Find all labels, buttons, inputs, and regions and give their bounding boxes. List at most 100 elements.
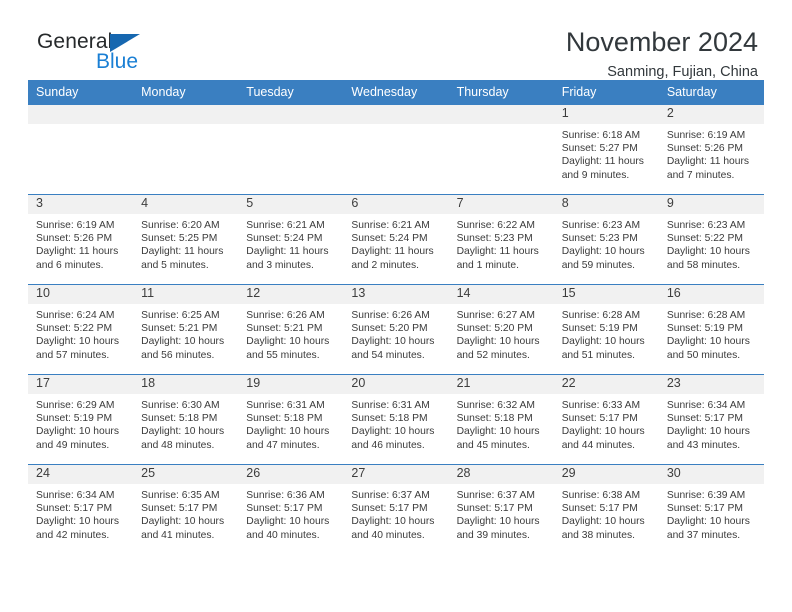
calendar-day-cell[interactable]: 14 Sunrise: 6:27 AM Sunset: 5:20 PM Dayligh… [448,284,554,375]
sunrise-text: Sunrise: 6:37 AM [351,490,430,501]
sunset-text: Sunset: 5:20 PM [351,323,428,335]
day-number: 12 [238,285,344,304]
sunrise-text: Sunrise: 6:18 AM [561,130,641,141]
calendar-day-cell[interactable]: 15 Sunrise: 6:28 AM Sunset: 5:19 PM Dayligh… [553,284,659,375]
calendar-day-cell[interactable]: 26 Sunrise: 6:36 AM Sunset: 5:17 PM Dayligh… [238,464,344,554]
calendar-day-cell[interactable]: 29 Sunrise: 6:38 AM Sunset: 5:17 PM Dayligh… [553,464,659,554]
daylight-text: Daylight: 10 hours and 44 minutes. [561,426,645,451]
day-number: 6 [343,195,449,214]
calendar-cell-empty [28,104,134,195]
day-info: Sunrise: 6:23 AM Sunset: 5:22 PM Daylight:… [659,214,764,272]
calendar-day-cell[interactable]: 16 Sunrise: 6:28 AM Sunset: 5:19 PM Dayligh… [658,284,764,375]
sunrise-text: Sunrise: 6:35 AM [141,490,220,501]
day-cell-inner: 1 Sunrise: 6:18 AM Sunset: 5:27 PM Daylight… [553,105,659,194]
day-info: Sunrise: 6:21 AM Sunset: 5:24 PM Daylight:… [238,214,343,272]
daylight-text: Daylight: 11 hours and 3 minutes. [246,246,329,271]
calendar-day-cell[interactable]: 5 Sunrise: 6:21 AM Sunset: 5:24 PM Daylight… [238,194,344,285]
calendar-day-cell[interactable]: 20 Sunrise: 6:31 AM Sunset: 5:18 PM Dayligh… [343,374,449,465]
sunrise-text: Sunrise: 6:28 AM [561,310,641,321]
day-info: Sunrise: 6:26 AM Sunset: 5:21 PM Daylight:… [238,304,343,362]
day-number: 26 [238,465,344,484]
calendar-week-row: 3 Sunrise: 6:19 AM Sunset: 5:26 PM Daylight… [28,194,764,285]
calendar-day-cell[interactable]: 18 Sunrise: 6:30 AM Sunset: 5:18 PM Dayligh… [133,374,239,465]
sunrise-text: Sunrise: 6:38 AM [561,490,641,501]
day-cell-inner: 17 Sunrise: 6:29 AM Sunset: 5:19 PM Dayligh… [28,375,134,464]
day-info: Sunrise: 6:25 AM Sunset: 5:21 PM Daylight:… [133,304,238,362]
sunset-text: Sunset: 5:24 PM [246,233,323,245]
day-number: 11 [133,285,239,304]
calendar-day-cell[interactable]: 13 Sunrise: 6:26 AM Sunset: 5:20 PM Dayligh… [343,284,449,375]
calendar-day-cell[interactable]: 23 Sunrise: 6:34 AM Sunset: 5:17 PM Dayligh… [658,374,764,465]
day-info: Sunrise: 6:28 AM Sunset: 5:19 PM Daylight:… [554,304,659,362]
day-info: Sunrise: 6:19 AM Sunset: 5:26 PM Daylight:… [28,214,133,272]
sunset-text: Sunset: 5:23 PM [561,233,638,245]
calendar-day-cell[interactable]: 25 Sunrise: 6:35 AM Sunset: 5:17 PM Dayligh… [133,464,239,554]
daylight-text: Daylight: 10 hours and 54 minutes. [351,336,435,361]
calendar-day-cell[interactable]: 30 Sunrise: 6:39 AM Sunset: 5:17 PM Dayligh… [658,464,764,554]
sunrise-text: Sunrise: 6:31 AM [246,400,325,411]
calendar-day-cell[interactable]: 22 Sunrise: 6:33 AM Sunset: 5:17 PM Dayligh… [553,374,659,465]
day-cell-inner: 22 Sunrise: 6:33 AM Sunset: 5:17 PM Dayligh… [553,375,659,464]
calendar-day-cell[interactable]: 9 Sunrise: 6:23 AM Sunset: 5:22 PM Daylight… [658,194,764,285]
calendar-day-cell[interactable]: 2 Sunrise: 6:19 AM Sunset: 5:26 PM Daylight… [658,104,764,195]
sunset-text: Sunset: 5:17 PM [141,503,218,515]
calendar-day-cell[interactable]: 3 Sunrise: 6:19 AM Sunset: 5:26 PM Daylight… [28,194,134,285]
calendar-cell-empty [448,104,554,195]
sunrise-text: Sunrise: 6:37 AM [456,490,535,501]
calendar-cell-empty [133,104,239,195]
sunset-text: Sunset: 5:17 PM [561,413,638,425]
day-number: 22 [553,375,659,394]
sunrise-text: Sunrise: 6:34 AM [666,400,746,411]
day-number [343,105,449,124]
calendar-table: Sunday Monday Tuesday Wednesday Thursday Frid… [28,80,764,554]
day-cell-inner: 3 Sunrise: 6:19 AM Sunset: 5:26 PM Daylight… [28,195,134,284]
daylight-text: Daylight: 10 hours and 58 minutes. [666,246,750,271]
day-number: 7 [448,195,554,214]
day-number: 19 [238,375,344,394]
calendar-body: 1 Sunrise: 6:18 AM Sunset: 5:27 PM Daylight… [28,104,764,554]
calendar-day-cell[interactable]: 1 Sunrise: 6:18 AM Sunset: 5:27 PM Daylight… [553,104,659,195]
daylight-text: Daylight: 10 hours and 37 minutes. [666,516,750,541]
day-info: Sunrise: 6:37 AM Sunset: 5:17 PM Daylight:… [449,484,554,542]
title-block: November 2024 Sanming, Fujian, China [566,28,764,81]
calendar-day-cell[interactable]: 12 Sunrise: 6:26 AM Sunset: 5:21 PM Dayligh… [238,284,344,375]
calendar-day-cell[interactable]: 10 Sunrise: 6:24 AM Sunset: 5:22 PM Dayligh… [28,284,134,375]
day-cell-inner: 11 Sunrise: 6:25 AM Sunset: 5:21 PM Dayligh… [133,285,239,374]
daylight-text: Daylight: 10 hours and 43 minutes. [666,426,750,451]
daylight-text: Daylight: 10 hours and 41 minutes. [141,516,225,541]
sunset-text: Sunset: 5:18 PM [456,413,533,425]
calendar-day-cell[interactable]: 8 Sunrise: 6:23 AM Sunset: 5:23 PM Daylight… [553,194,659,285]
calendar-day-cell[interactable]: 27 Sunrise: 6:37 AM Sunset: 5:17 PM Dayligh… [343,464,449,554]
weekday-header-sunday: Sunday [28,80,134,105]
weekday-header-thursday: Thursday [448,80,554,105]
sunrise-text: Sunrise: 6:26 AM [246,310,325,321]
calendar-day-cell[interactable]: 11 Sunrise: 6:25 AM Sunset: 5:21 PM Dayligh… [133,284,239,375]
day-info: Sunrise: 6:26 AM Sunset: 5:20 PM Daylight:… [343,304,448,362]
day-info: Sunrise: 6:23 AM Sunset: 5:23 PM Daylight:… [554,214,659,272]
day-cell-inner: 14 Sunrise: 6:27 AM Sunset: 5:20 PM Dayligh… [448,285,554,374]
sunset-text: Sunset: 5:19 PM [666,323,743,335]
day-number: 18 [133,375,239,394]
day-number: 20 [343,375,449,394]
day-info: Sunrise: 6:19 AM Sunset: 5:26 PM Daylight:… [659,124,764,182]
daylight-text: Daylight: 11 hours and 6 minutes. [36,246,119,271]
daylight-text: Daylight: 10 hours and 42 minutes. [36,516,119,541]
daylight-text: Daylight: 10 hours and 45 minutes. [456,426,540,451]
sunset-text: Sunset: 5:25 PM [141,233,218,245]
day-cell-inner: 26 Sunrise: 6:36 AM Sunset: 5:17 PM Dayligh… [238,465,344,554]
calendar-day-cell[interactable]: 6 Sunrise: 6:21 AM Sunset: 5:24 PM Daylight… [343,194,449,285]
day-cell-inner [133,105,239,194]
sunset-text: Sunset: 5:27 PM [561,143,638,155]
calendar-day-cell[interactable]: 19 Sunrise: 6:31 AM Sunset: 5:18 PM Dayligh… [238,374,344,465]
day-info: Sunrise: 6:33 AM Sunset: 5:17 PM Daylight:… [554,394,659,452]
generalblue-logo[interactable]: General Blue [37,28,157,76]
daylight-text: Daylight: 11 hours and 7 minutes. [666,156,750,181]
calendar-day-cell[interactable]: 21 Sunrise: 6:32 AM Sunset: 5:18 PM Dayligh… [448,374,554,465]
calendar-day-cell[interactable]: 4 Sunrise: 6:20 AM Sunset: 5:25 PM Daylight… [133,194,239,285]
calendar-day-cell[interactable]: 28 Sunrise: 6:37 AM Sunset: 5:17 PM Dayligh… [448,464,554,554]
calendar-day-cell[interactable]: 17 Sunrise: 6:29 AM Sunset: 5:19 PM Dayligh… [28,374,134,465]
calendar-day-cell[interactable]: 7 Sunrise: 6:22 AM Sunset: 5:23 PM Daylight… [448,194,554,285]
sunrise-text: Sunrise: 6:33 AM [561,400,641,411]
calendar-day-cell[interactable]: 24 Sunrise: 6:34 AM Sunset: 5:17 PM Dayligh… [28,464,134,554]
day-info: Sunrise: 6:20 AM Sunset: 5:25 PM Daylight:… [133,214,238,272]
